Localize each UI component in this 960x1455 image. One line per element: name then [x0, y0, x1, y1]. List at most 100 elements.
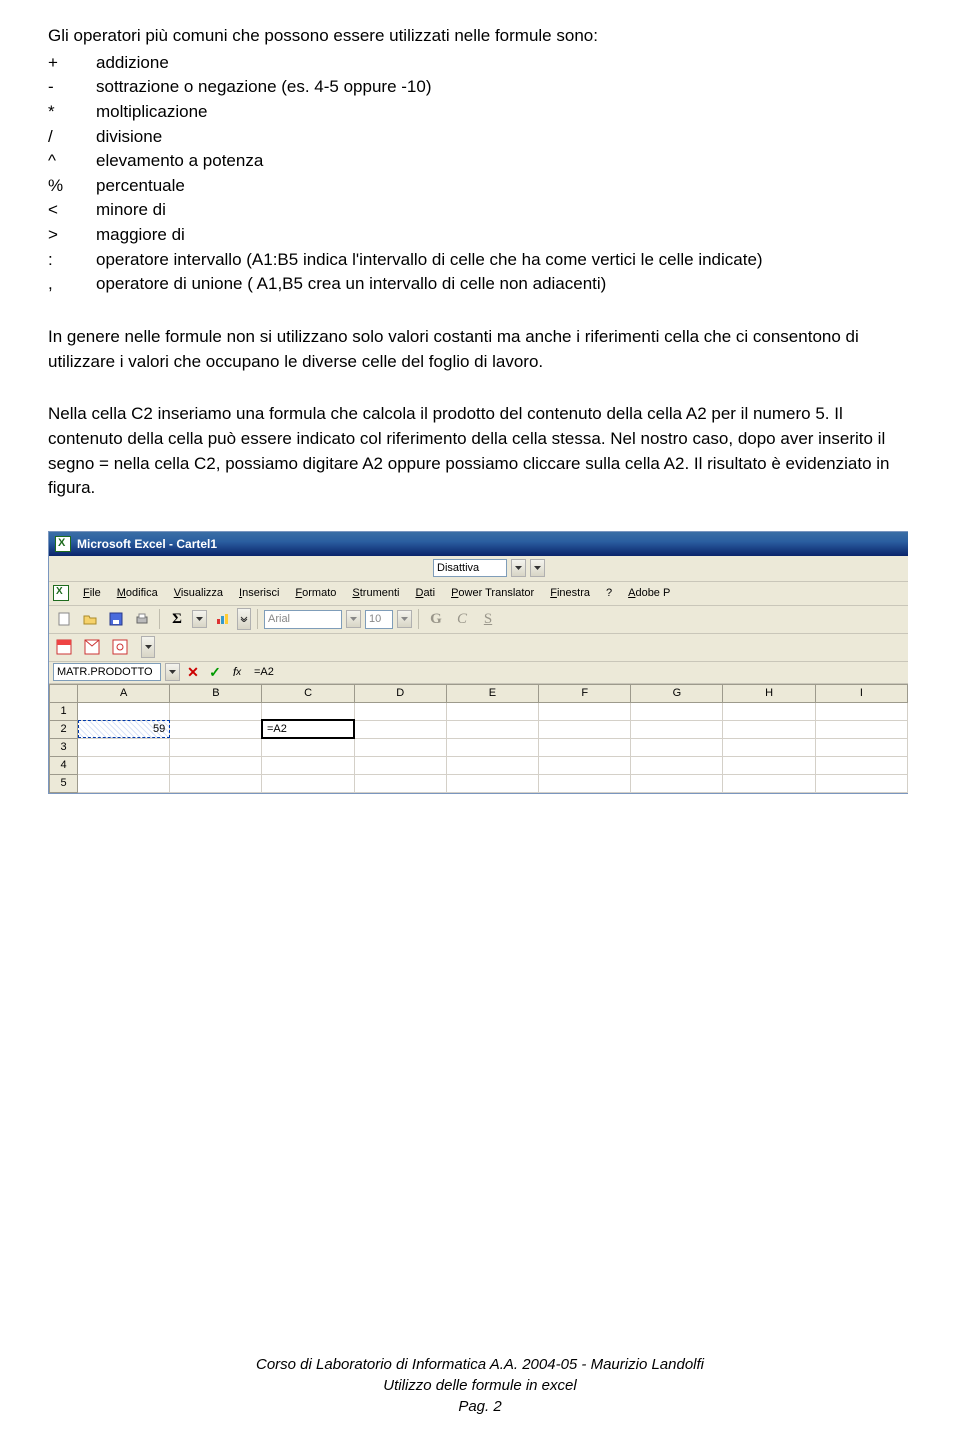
cell-C2[interactable]: =A2 [262, 720, 354, 738]
font-size-combo[interactable]: 10 [365, 610, 393, 629]
select-all-corner[interactable] [50, 684, 78, 702]
column-header[interactable]: A [78, 684, 170, 702]
cell-I1[interactable] [815, 702, 907, 720]
menu-item[interactable]: Visualizza [166, 585, 231, 601]
cancel-formula-button[interactable]: ✕ [184, 663, 202, 681]
cell-D5[interactable] [354, 774, 446, 792]
cell-D1[interactable] [354, 702, 446, 720]
sum-dropdown[interactable] [192, 610, 207, 628]
cell-D4[interactable] [354, 756, 446, 774]
cell-F3[interactable] [539, 738, 631, 756]
disattiva-field[interactable]: Disattiva [433, 559, 507, 577]
cell-E2[interactable] [446, 720, 538, 738]
font-name-combo[interactable]: Arial [264, 610, 342, 629]
cell-A4[interactable] [78, 756, 170, 774]
menu-item[interactable]: Strumenti [344, 585, 407, 601]
cell-H4[interactable] [723, 756, 815, 774]
pdf-icon[interactable] [53, 636, 75, 658]
font-name-dropdown[interactable] [346, 610, 361, 628]
cell-H5[interactable] [723, 774, 815, 792]
cell-C4[interactable] [262, 756, 354, 774]
name-box-dropdown[interactable] [165, 663, 180, 681]
save-button[interactable] [105, 608, 127, 630]
menu-item[interactable]: Dati [407, 585, 443, 601]
font-size-dropdown[interactable] [397, 610, 412, 628]
menu-item[interactable]: ? [598, 585, 620, 601]
pdf-mail-icon[interactable] [81, 636, 103, 658]
sum-button[interactable]: Σ [166, 608, 188, 630]
cell-I4[interactable] [815, 756, 907, 774]
row-header[interactable]: 5 [50, 774, 78, 792]
cell-A1[interactable] [78, 702, 170, 720]
cell-A3[interactable] [78, 738, 170, 756]
pdf-toolbar-overflow[interactable] [141, 636, 155, 658]
menu-item[interactable]: Power Translator [443, 585, 542, 601]
column-header[interactable]: D [354, 684, 446, 702]
cell-E1[interactable] [446, 702, 538, 720]
cell-H1[interactable] [723, 702, 815, 720]
chart-button[interactable] [211, 608, 233, 630]
workbook-icon[interactable] [53, 585, 69, 601]
cell-E5[interactable] [446, 774, 538, 792]
column-header[interactable]: B [170, 684, 262, 702]
disattiva-extra[interactable] [530, 559, 545, 577]
cell-G1[interactable] [631, 702, 723, 720]
menu-item[interactable]: Formato [287, 585, 344, 601]
cell-B4[interactable] [170, 756, 262, 774]
menu-item[interactable]: Modifica [109, 585, 166, 601]
cell-A2[interactable]: 59 [78, 720, 170, 738]
column-header[interactable]: F [539, 684, 631, 702]
cell-D3[interactable] [354, 738, 446, 756]
italic-button[interactable]: C [451, 608, 473, 630]
name-box[interactable]: MATR.PRODOTTO [53, 663, 161, 681]
cell-B1[interactable] [170, 702, 262, 720]
cell-F2[interactable] [539, 720, 631, 738]
cell-H2[interactable] [723, 720, 815, 738]
row-header[interactable]: 4 [50, 756, 78, 774]
cell-H3[interactable] [723, 738, 815, 756]
cell-F5[interactable] [539, 774, 631, 792]
cell-E4[interactable] [446, 756, 538, 774]
new-button[interactable] [53, 608, 75, 630]
enter-formula-button[interactable]: ✓ [206, 663, 224, 681]
cell-I3[interactable] [815, 738, 907, 756]
menu-item[interactable]: Adobe P [620, 585, 678, 601]
formula-input[interactable]: =A2 [250, 663, 904, 681]
cell-G5[interactable] [631, 774, 723, 792]
cell-E3[interactable] [446, 738, 538, 756]
cell-C1[interactable] [262, 702, 354, 720]
cell-B3[interactable] [170, 738, 262, 756]
cell-G3[interactable] [631, 738, 723, 756]
row-header[interactable]: 1 [50, 702, 78, 720]
column-header[interactable]: C [262, 684, 354, 702]
menu-item[interactable]: Inserisci [231, 585, 287, 601]
cell-A5[interactable] [78, 774, 170, 792]
column-header[interactable]: I [815, 684, 907, 702]
menu-item[interactable]: File [75, 585, 109, 601]
cell-B2[interactable] [170, 720, 262, 738]
cell-I5[interactable] [815, 774, 907, 792]
print-button[interactable] [131, 608, 153, 630]
column-header[interactable]: E [446, 684, 538, 702]
bold-button[interactable]: G [425, 608, 447, 630]
cell-B5[interactable] [170, 774, 262, 792]
spreadsheet-grid[interactable]: ABCDEFGHI 1259 =A2 345 [49, 684, 908, 793]
column-header[interactable]: H [723, 684, 815, 702]
cell-D2[interactable] [354, 720, 446, 738]
disattiva-dropdown[interactable] [511, 559, 526, 577]
menu-item[interactable]: Finestra [542, 585, 598, 601]
cell-F4[interactable] [539, 756, 631, 774]
column-header[interactable]: G [631, 684, 723, 702]
cell-C5[interactable] [262, 774, 354, 792]
pdf-review-icon[interactable] [109, 636, 131, 658]
row-header[interactable]: 3 [50, 738, 78, 756]
toolbar-overflow[interactable] [237, 608, 251, 630]
row-header[interactable]: 2 [50, 720, 78, 738]
underline-button[interactable]: S [477, 608, 499, 630]
fx-button[interactable]: fx [228, 663, 246, 681]
cell-G4[interactable] [631, 756, 723, 774]
cell-F1[interactable] [539, 702, 631, 720]
open-button[interactable] [79, 608, 101, 630]
cell-C3[interactable] [262, 738, 354, 756]
cell-G2[interactable] [631, 720, 723, 738]
